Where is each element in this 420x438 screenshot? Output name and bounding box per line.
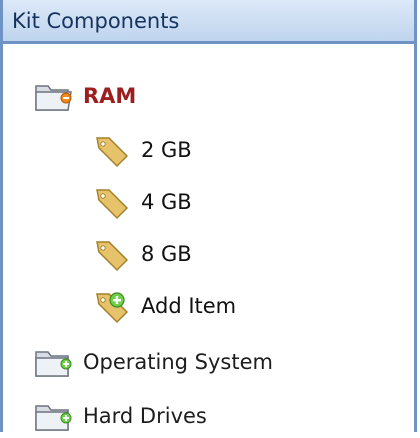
add-item-label: Add Item <box>141 294 237 318</box>
folder-open-icon <box>33 78 75 114</box>
tree-node-ram[interactable]: RAM <box>33 76 136 116</box>
tree-node-operating-system[interactable]: Operating System <box>33 342 273 382</box>
add-item-button[interactable]: Add Item <box>91 286 236 326</box>
tree-node-label: Operating System <box>83 350 273 374</box>
folder-closed-icon <box>33 398 75 434</box>
kit-components-panel: Kit Components RAM 2 GB 4 GB 8 GB Add It… <box>0 0 417 432</box>
tree-item-label: 2 GB <box>141 138 192 162</box>
folder-closed-icon <box>33 344 75 380</box>
panel-title: Kit Components <box>12 8 180 33</box>
tree-item-label: 8 GB <box>141 242 192 266</box>
tag-add-icon <box>91 288 133 324</box>
tree-item-2gb[interactable]: 2 GB <box>91 130 192 170</box>
tree-item-4gb[interactable]: 4 GB <box>91 182 192 222</box>
tag-icon <box>91 184 133 220</box>
tag-icon <box>91 132 133 168</box>
tag-icon <box>91 236 133 272</box>
panel-header: Kit Components <box>3 0 414 44</box>
tree-item-label: 4 GB <box>141 190 192 214</box>
tree-node-label: Hard Drives <box>83 404 207 428</box>
tree-item-8gb[interactable]: 8 GB <box>91 234 192 274</box>
tree-node-label: RAM <box>83 84 137 108</box>
tree-node-hard-drives[interactable]: Hard Drives <box>33 396 207 436</box>
